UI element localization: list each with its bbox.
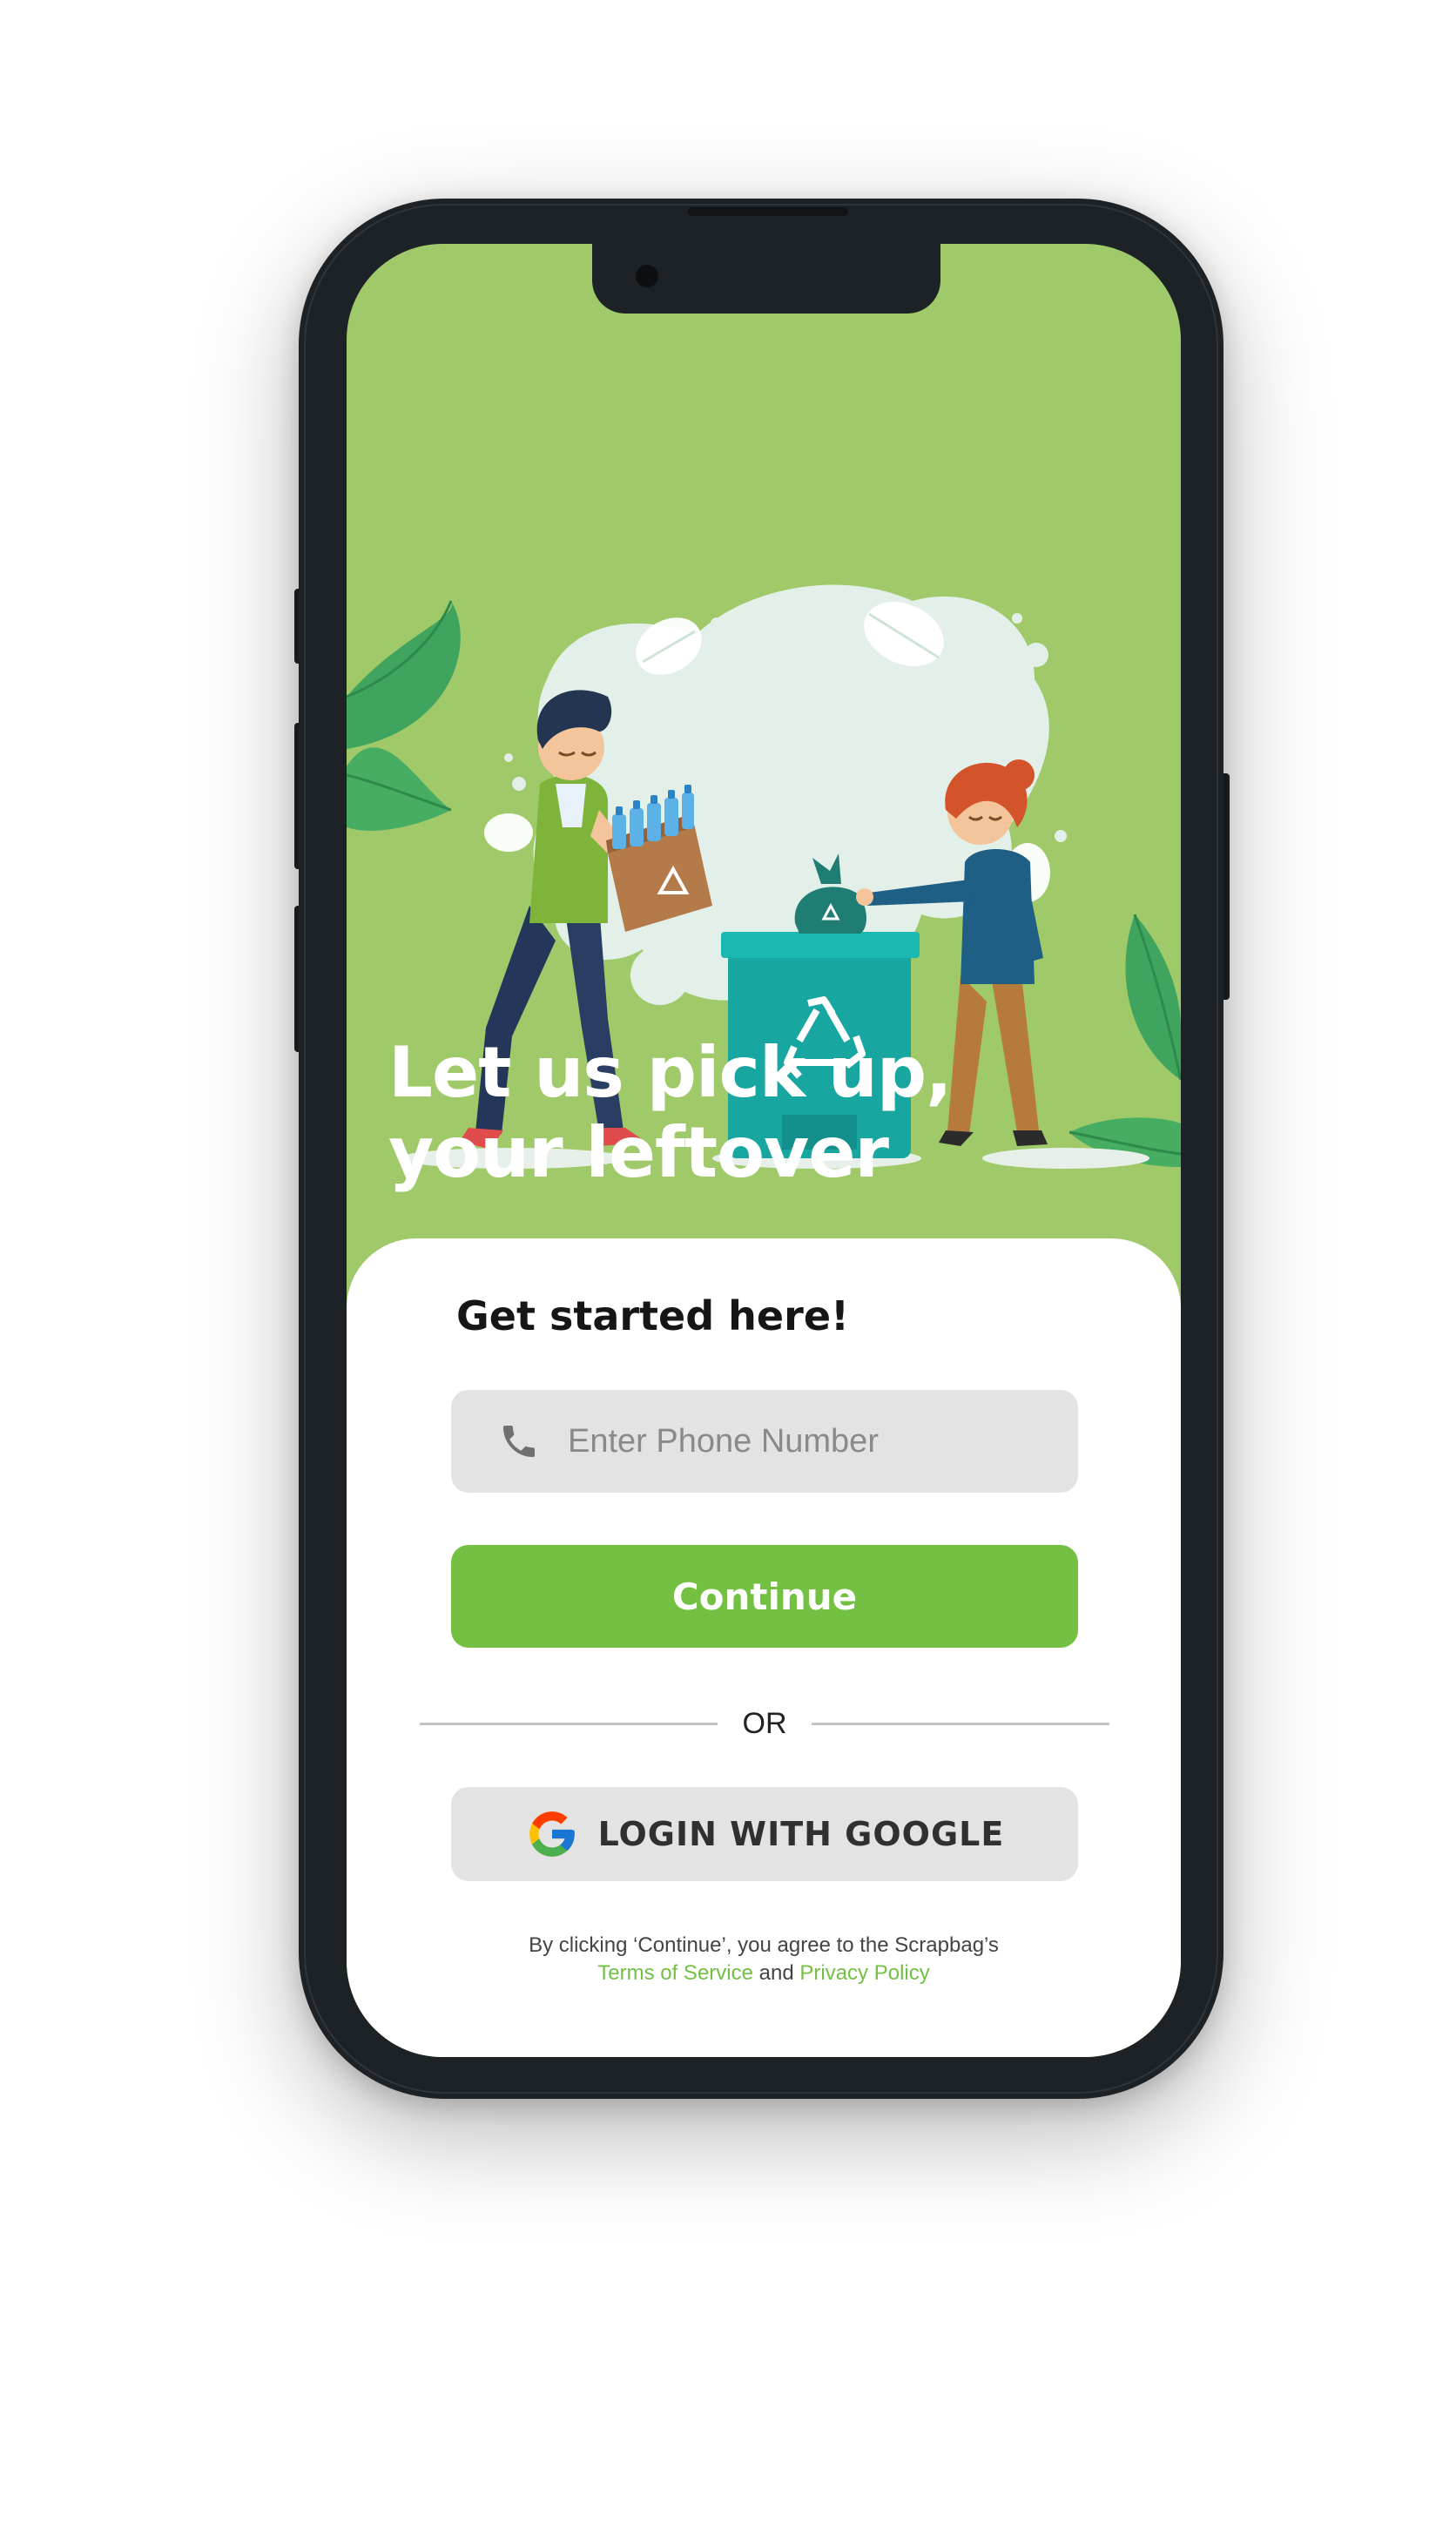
mockup-stage: Let us pick up, your leftover Get starte… [0,0,1456,2543]
or-divider: OR [420,1702,1109,1745]
right-leaves-decoration [1068,914,1181,1167]
phone-icon [496,1419,542,1464]
signup-sheet: Get started here! Continue OR [347,1238,1181,2057]
google-icon [529,1811,575,1857]
app-screen: Let us pick up, your leftover Get starte… [347,244,1181,2057]
legal-and-text: and [758,1961,794,1985]
phone-notch [592,244,940,314]
left-leaves-decoration [347,600,461,831]
divider-line-right [812,1722,1109,1725]
login-with-google-button[interactable]: LOGIN WITH GOOGLE [451,1787,1078,1881]
front-camera [636,265,658,287]
divider-label: OR [742,1706,787,1740]
continue-button[interactable]: Continue [451,1545,1078,1648]
hero-title-line-2: your leftover [388,1112,889,1193]
privacy-policy-link[interactable]: Privacy Policy [799,1961,929,1985]
divider-line-left [420,1722,718,1725]
google-button-label: LOGIN WITH GOOGLE [597,1815,1005,1853]
terms-of-service-link[interactable]: Terms of Service [597,1961,753,1985]
earpiece-speaker [688,207,848,216]
legal-links-line: Terms of Service and Privacy Policy [399,1960,1129,1987]
hero-title: Let us pick up, your leftover [388,1033,1085,1193]
hero-title-line-1: Let us pick up, [388,1032,953,1113]
sheet-heading: Get started here! [456,1292,849,1339]
phone-number-field[interactable] [451,1390,1078,1493]
legal-prefix-text: By clicking ‘Continue’, you agree to the… [529,1933,999,1957]
legal-notice: By clicking ‘Continue’, you agree to the… [399,1932,1129,1987]
phone-number-input[interactable] [566,1421,1057,1461]
